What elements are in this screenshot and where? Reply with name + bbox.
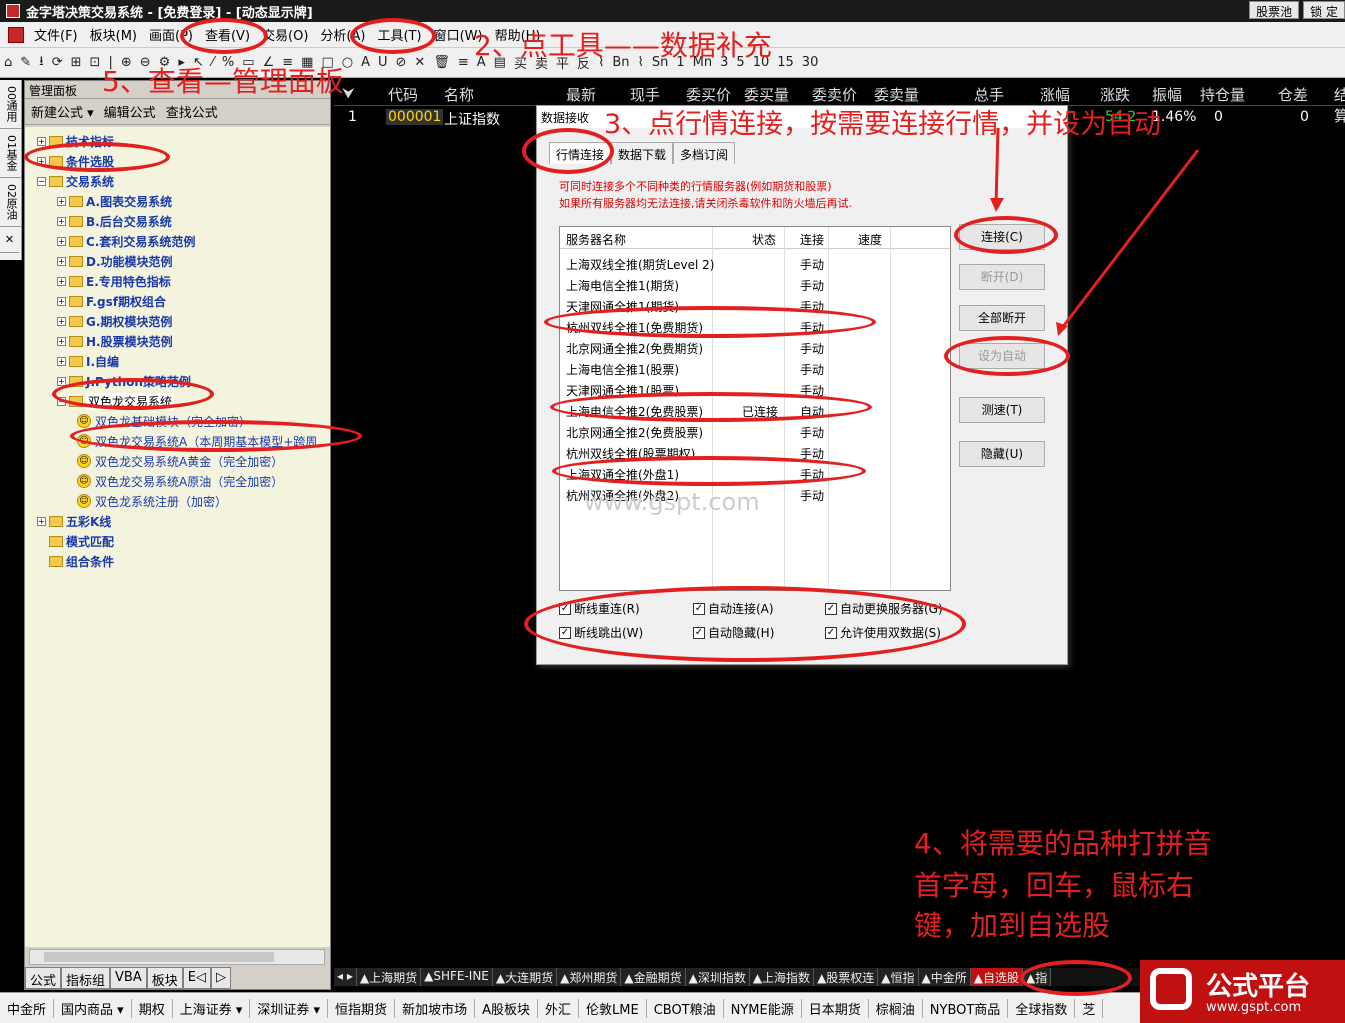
annotation-arrows	[990, 127, 1200, 336]
